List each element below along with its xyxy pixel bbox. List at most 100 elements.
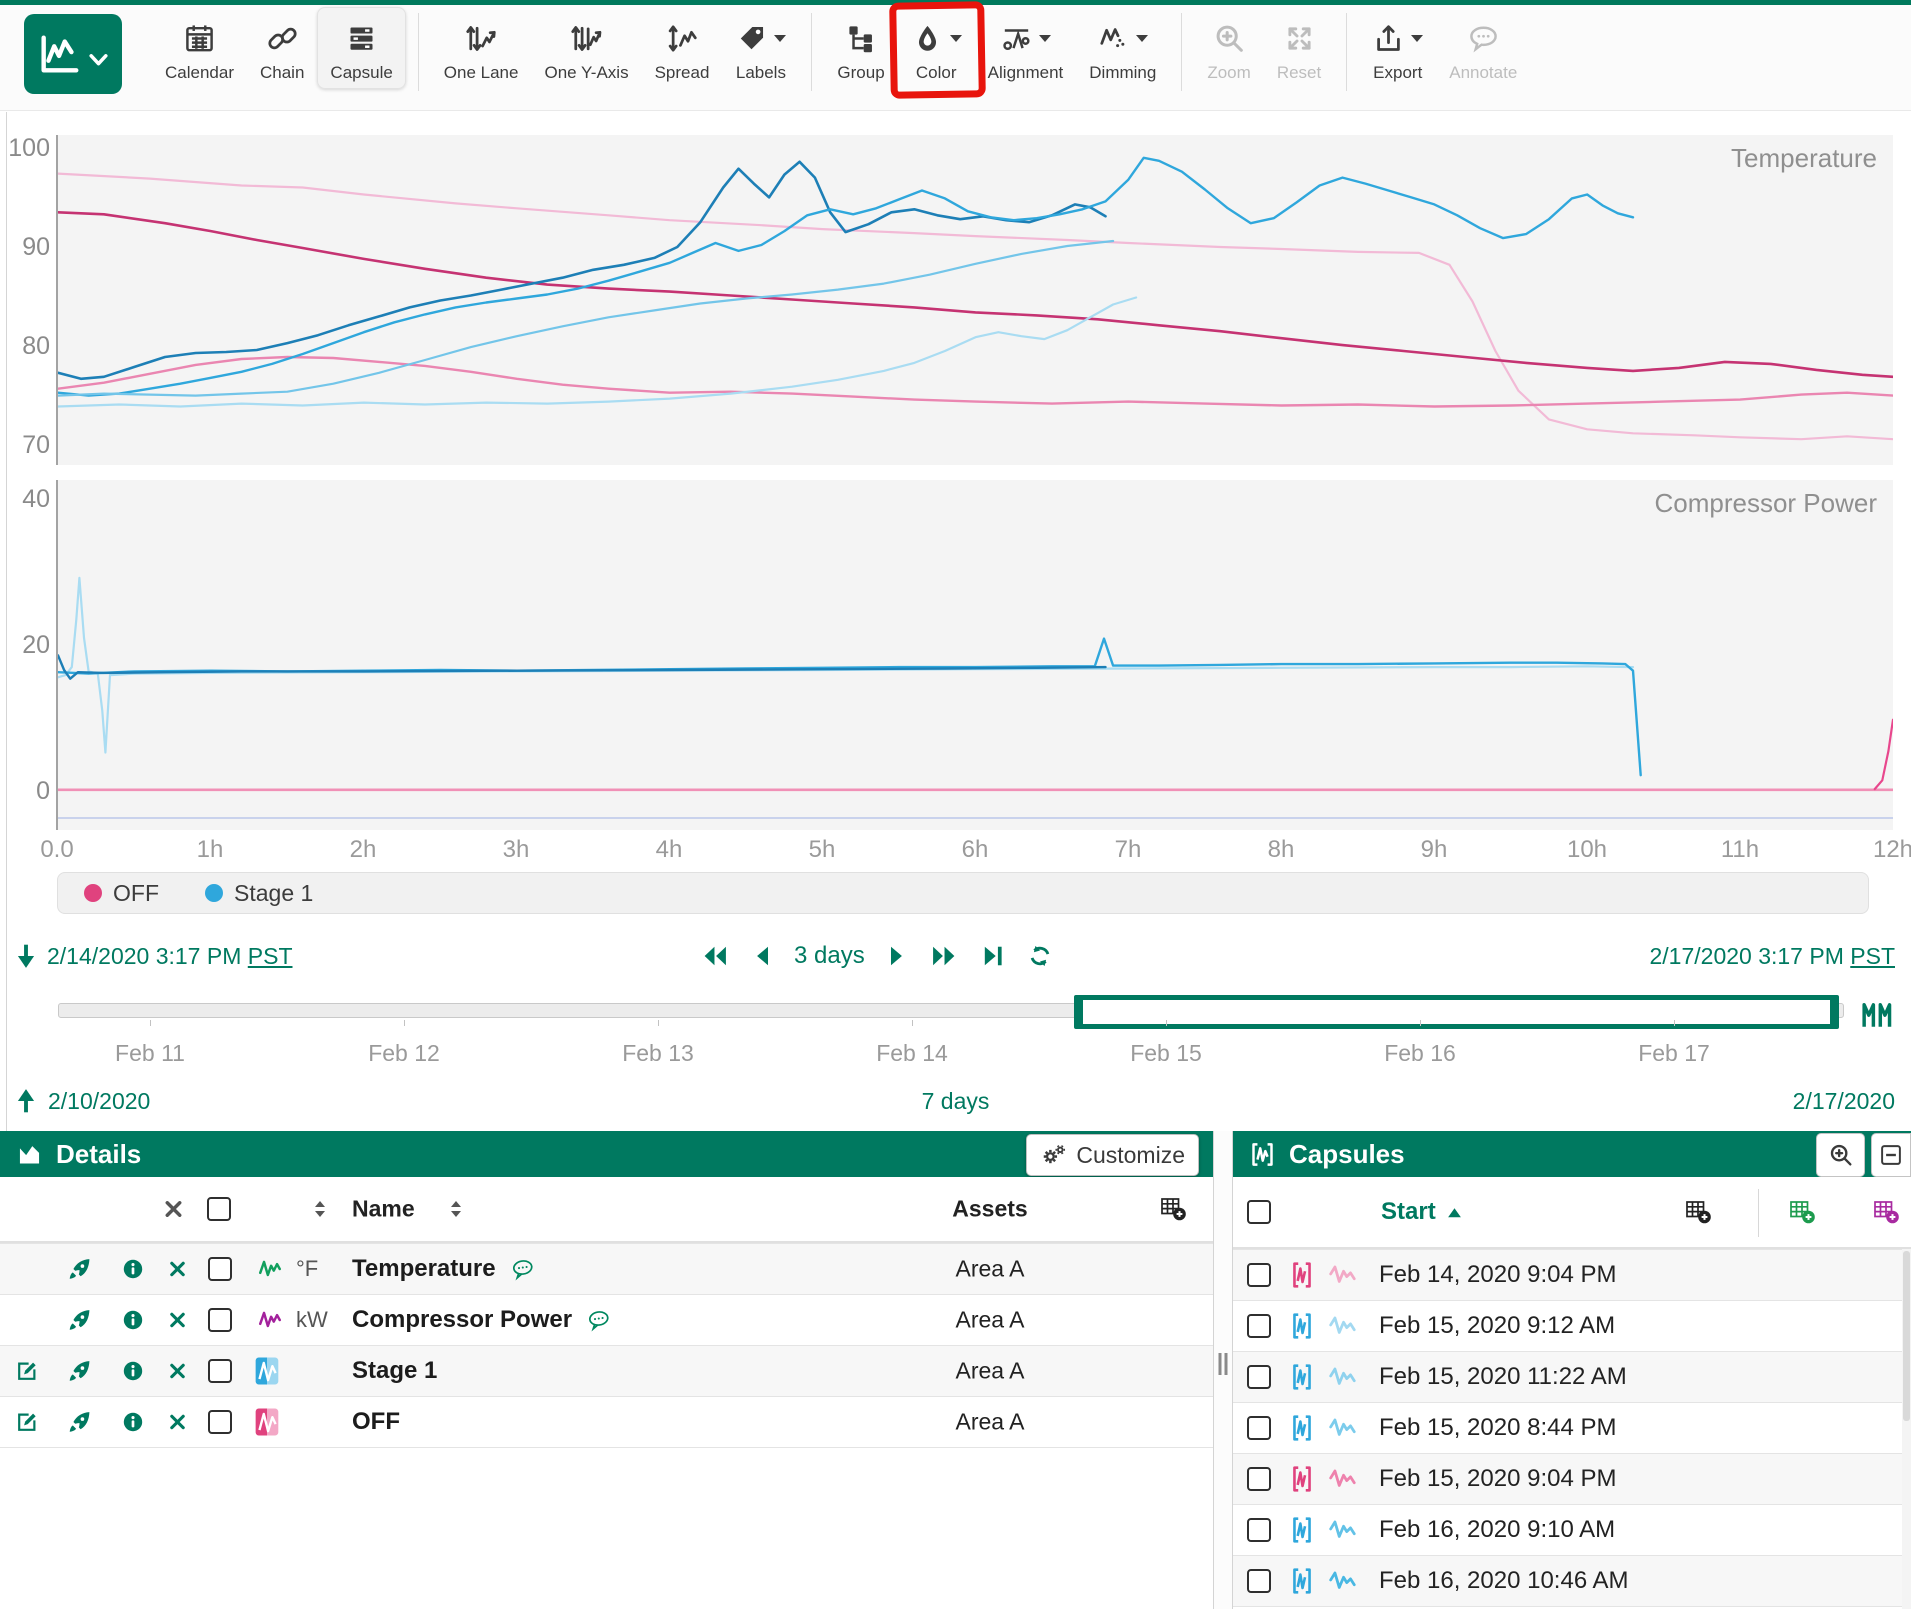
- row-checkbox[interactable]: [1247, 1263, 1271, 1287]
- item-name[interactable]: Compressor Power: [352, 1306, 572, 1334]
- capsule-row[interactable]: Feb 16, 2020 9:10 AM: [1233, 1504, 1911, 1555]
- row-checkbox[interactable]: [208, 1359, 232, 1383]
- toolbar-export-button[interactable]: Export: [1359, 7, 1436, 89]
- capsule-row[interactable]: Feb 15, 2020 9:04 PM: [1233, 1453, 1911, 1504]
- row-checkbox[interactable]: [1247, 1416, 1271, 1440]
- collapse-panel-button[interactable]: [1871, 1133, 1911, 1177]
- comment-bubble-icon[interactable]: [509, 1257, 537, 1281]
- remove-item-icon[interactable]: [167, 1412, 188, 1433]
- display-range-start[interactable]: 2/14/2020 3:17 PM PST: [14, 934, 293, 978]
- toolbar-calendar-button[interactable]: Calendar: [152, 7, 247, 89]
- select-all-checkbox[interactable]: [207, 1197, 231, 1221]
- caret-down-icon: [1039, 35, 1051, 42]
- add-column-icon[interactable]: [1685, 1200, 1712, 1225]
- add-signal-stats-icon[interactable]: [1789, 1200, 1816, 1225]
- detail-row[interactable]: °FTemperatureArea A: [0, 1243, 1213, 1294]
- toolbar-dimming-button[interactable]: Dimming: [1076, 7, 1169, 89]
- add-condition-stats-icon[interactable]: [1873, 1200, 1900, 1225]
- capsules-scrollbar[interactable]: [1902, 1249, 1911, 1609]
- row-checkbox[interactable]: [1247, 1314, 1271, 1338]
- row-checkbox[interactable]: [1247, 1569, 1271, 1593]
- capsule-row[interactable]: Feb 14, 2020 9:04 PM: [1233, 1249, 1911, 1300]
- detail-row[interactable]: kWCompressor PowerArea A: [0, 1294, 1213, 1345]
- investigate-duration[interactable]: 7 days: [0, 1082, 1911, 1120]
- compressor-y-axis[interactable]: 40200: [0, 480, 52, 830]
- unit-of-measure: °F: [296, 1256, 318, 1282]
- bulk-remove-icon[interactable]: [162, 1198, 185, 1221]
- toolbar-one-lane-button[interactable]: One Lane: [431, 7, 532, 89]
- toolbar-chain-button[interactable]: Chain: [247, 7, 317, 89]
- step-to-end-icon[interactable]: [981, 944, 1005, 968]
- remove-item-icon[interactable]: [167, 1361, 188, 1382]
- row-checkbox[interactable]: [208, 1410, 232, 1434]
- end-timezone-link[interactable]: PST: [1850, 943, 1895, 969]
- row-checkbox[interactable]: [208, 1308, 232, 1332]
- step-back-half-icon[interactable]: [752, 944, 772, 968]
- start-column-header[interactable]: Start: [1381, 1198, 1463, 1226]
- start-timezone-link[interactable]: PST: [248, 943, 293, 969]
- comment-bubble-icon[interactable]: [585, 1308, 613, 1332]
- toolbar-separator: [1346, 13, 1347, 91]
- row-checkbox[interactable]: [1247, 1467, 1271, 1491]
- start-datetime[interactable]: 2/14/2020 3:17 PM: [47, 943, 241, 969]
- scrollbar-thumb[interactable]: [1903, 1251, 1910, 1421]
- resize-grip-icon[interactable]: [1219, 1353, 1228, 1375]
- toolbar-group-button[interactable]: Group: [824, 7, 897, 89]
- investigate-end-date[interactable]: 2/17/2020: [1793, 1082, 1895, 1120]
- send-to-organizer-icon[interactable]: [66, 1307, 93, 1334]
- toolbar-spread-button[interactable]: Spread: [642, 7, 723, 89]
- toolbar-labels-button[interactable]: Labels: [722, 7, 799, 89]
- customize-button[interactable]: Customize: [1026, 1134, 1199, 1176]
- capsule-row[interactable]: Feb 15, 2020 9:12 AM: [1233, 1300, 1911, 1351]
- capsule-row[interactable]: Feb 15, 2020 11:22 AM: [1233, 1351, 1911, 1402]
- refresh-icon[interactable]: [1027, 943, 1053, 969]
- detail-row[interactable]: OFFArea A: [0, 1396, 1213, 1448]
- detail-row[interactable]: Stage 1Area A: [0, 1345, 1213, 1396]
- toolbar-one-y-axis-button[interactable]: One Y-Axis: [531, 7, 641, 89]
- step-forward-half-icon[interactable]: [887, 944, 907, 968]
- item-info-icon[interactable]: [121, 1257, 145, 1281]
- toolbar-alignment-button[interactable]: Alignment: [975, 7, 1077, 89]
- capsule-start-time: Feb 15, 2020 9:04 PM: [1379, 1465, 1617, 1493]
- timeline-selection[interactable]: [1074, 995, 1838, 1029]
- end-datetime[interactable]: 2/17/2020 3:17 PM: [1650, 943, 1844, 969]
- item-name[interactable]: Stage 1: [352, 1357, 437, 1385]
- toolbar-color-button[interactable]: Color: [898, 7, 975, 89]
- zoom-to-capsule-button[interactable]: [1816, 1133, 1865, 1177]
- sort-icon[interactable]: [448, 1198, 464, 1220]
- item-info-icon[interactable]: [121, 1410, 145, 1434]
- item-info-icon[interactable]: [121, 1359, 145, 1383]
- row-checkbox[interactable]: [1247, 1365, 1271, 1389]
- x-axis[interactable]: 0.01h2h3h4h5h6h7h8h9h10h11h12h: [0, 836, 1911, 866]
- capsule-row[interactable]: Feb 15, 2020 8:44 PM: [1233, 1402, 1911, 1453]
- edit-properties-icon[interactable]: [14, 1358, 40, 1384]
- row-checkbox[interactable]: [208, 1257, 232, 1281]
- assets-column-header[interactable]: Assets: [952, 1196, 1027, 1223]
- panel-resize-divider[interactable]: [1213, 1131, 1233, 1609]
- item-name[interactable]: Temperature: [352, 1255, 496, 1283]
- compressor-power-plot[interactable]: [58, 480, 1893, 830]
- sort-icon[interactable]: [312, 1198, 328, 1220]
- remove-item-icon[interactable]: [167, 1259, 188, 1280]
- send-to-organizer-icon[interactable]: [66, 1358, 93, 1385]
- capsule-row[interactable]: Feb 16, 2020 10:46 AM: [1233, 1555, 1911, 1606]
- edit-properties-icon[interactable]: [14, 1409, 40, 1435]
- step-forward-full-icon[interactable]: [929, 944, 959, 968]
- temperature-y-axis[interactable]: 100908070: [0, 135, 52, 465]
- send-to-organizer-icon[interactable]: [66, 1256, 93, 1283]
- capsule-time-icon[interactable]: [1856, 995, 1900, 1033]
- view-mode-selector-button[interactable]: [24, 14, 122, 94]
- remove-item-icon[interactable]: [167, 1310, 188, 1331]
- temperature-plot[interactable]: [58, 135, 1893, 465]
- row-checkbox[interactable]: [1247, 1518, 1271, 1542]
- item-name[interactable]: OFF: [352, 1408, 400, 1436]
- add-column-icon[interactable]: [1160, 1197, 1187, 1222]
- duration-label[interactable]: 3 days: [794, 942, 865, 970]
- item-info-icon[interactable]: [121, 1308, 145, 1332]
- name-column-header[interactable]: Name: [352, 1196, 415, 1223]
- step-back-full-icon[interactable]: [700, 944, 730, 968]
- select-all-checkbox[interactable]: [1247, 1200, 1271, 1224]
- toolbar-capsule-button[interactable]: Capsule: [317, 7, 405, 89]
- send-to-organizer-icon[interactable]: [66, 1409, 93, 1436]
- display-range-end[interactable]: 2/17/2020 3:17 PM PST: [1650, 934, 1896, 978]
